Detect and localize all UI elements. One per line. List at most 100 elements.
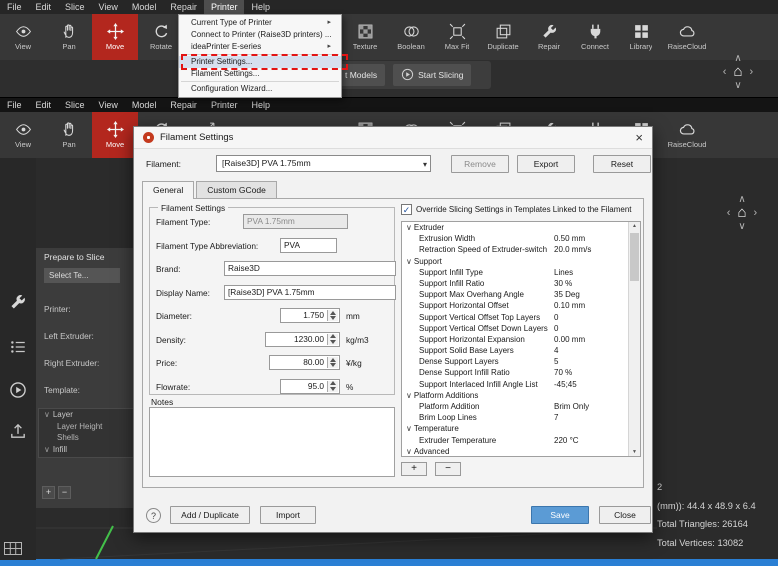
reset-button[interactable]: Reset: [593, 155, 651, 173]
menu-repair[interactable]: Repair: [163, 98, 204, 112]
help-button[interactable]: ?: [146, 508, 161, 523]
toolbar-button-duplicate[interactable]: Duplicate: [480, 14, 526, 60]
chevron-right-icon[interactable]: ›: [750, 64, 754, 80]
spinner-arrows-icon[interactable]: [327, 381, 338, 392]
price-spinner[interactable]: 80.00: [269, 355, 340, 370]
import-button[interactable]: Import: [260, 506, 316, 524]
settings-row-support-solid-base-layers[interactable]: Support Solid Base Layers4: [402, 345, 640, 356]
settings-group-platform-additions[interactable]: ∨Platform Additions: [402, 390, 640, 401]
toolbar-button-raisecloud[interactable]: RaiseCloud: [664, 112, 710, 158]
density-spinner[interactable]: 1230.00: [265, 332, 340, 347]
menu-file[interactable]: File: [0, 0, 29, 14]
home-icon[interactable]: ⌂: [733, 64, 742, 80]
add-setting-button[interactable]: +: [401, 462, 427, 476]
notes-textarea[interactable]: [149, 407, 395, 477]
toolbar-button-texture[interactable]: Texture: [342, 14, 388, 60]
filament-type-input[interactable]: PVA 1.75mm: [243, 214, 348, 229]
scrollbar-thumb[interactable]: [630, 233, 639, 281]
scroll-up-icon[interactable]: ▲: [629, 223, 640, 229]
settings-row-platform-addition[interactable]: Platform AdditionBrim Only: [402, 401, 640, 412]
scrollbar[interactable]: ▲ ▼: [628, 222, 640, 456]
chevron-down-icon[interactable]: ∨: [406, 391, 412, 400]
chevron-left-icon[interactable]: ‹: [723, 64, 727, 80]
grid-icon[interactable]: [4, 542, 22, 555]
toolbar-button-view[interactable]: View: [0, 14, 46, 60]
toolbar-button-pan[interactable]: Pan: [46, 14, 92, 60]
menu-item-printer-settings[interactable]: Printer Settings...: [179, 56, 341, 68]
remove-group-button[interactable]: −: [58, 486, 71, 499]
chevron-down-icon[interactable]: ∨: [406, 447, 412, 456]
toolbar-button-repair[interactable]: Repair: [526, 14, 572, 60]
menu-item-configuration-wizard[interactable]: Configuration Wizard...: [179, 83, 341, 95]
settings-group-extruder[interactable]: ∨Extruder: [402, 222, 640, 233]
toolbar-button-pan[interactable]: Pan: [46, 112, 92, 158]
settings-row-brim-loop-lines[interactable]: Brim Loop Lines7: [402, 412, 640, 423]
settings-row-support-infill-type[interactable]: Support Infill TypeLines: [402, 267, 640, 278]
close-button[interactable]: Close: [599, 506, 651, 524]
tab-custom-gcode[interactable]: Custom GCode: [196, 181, 277, 198]
settings-row-dense-support-infill-ratio[interactable]: Dense Support Infill Ratio70 %: [402, 367, 640, 378]
chevron-down-icon[interactable]: ∨: [44, 445, 50, 454]
settings-row-support-horizontal-expansion[interactable]: Support Horizontal Expansion0.00 mm: [402, 334, 640, 345]
spinner-arrows-icon[interactable]: [327, 310, 338, 321]
dialog-titlebar[interactable]: Filament Settings ×: [134, 127, 652, 149]
settings-row-support-vertical-offset-down-layers[interactable]: Support Vertical Offset Down Layers0: [402, 323, 640, 334]
chevron-down-icon[interactable]: ∨: [406, 223, 412, 232]
menu-item-connect-to-printer-raise3d-printers[interactable]: Connect to Printer (Raise3D printers) ..…: [179, 29, 341, 41]
settings-group-support[interactable]: ∨Support: [402, 256, 640, 267]
close-icon[interactable]: ×: [635, 131, 643, 144]
save-button[interactable]: Save: [531, 506, 589, 524]
taskbar[interactable]: [0, 559, 778, 566]
select-template-tab[interactable]: Select Te...: [44, 268, 120, 283]
menu-edit[interactable]: Edit: [29, 0, 59, 14]
menu-edit[interactable]: Edit: [29, 98, 59, 112]
brand-input[interactable]: Raise3D: [224, 261, 396, 276]
play-icon[interactable]: [9, 381, 27, 399]
toolbar-button-raisecloud[interactable]: RaiseCloud: [664, 14, 710, 60]
chevron-down-icon[interactable]: ∨: [406, 424, 412, 433]
upload-icon[interactable]: [9, 422, 27, 440]
menu-item-current-type-of-printer[interactable]: Current Type of Printer▸: [179, 17, 341, 29]
filament-select[interactable]: [Raise3D] PVA 1.75mm ▾: [216, 155, 431, 172]
override-checkbox-row[interactable]: ✓ Override Slicing Settings in Templates…: [401, 204, 632, 215]
menu-help[interactable]: Help: [244, 0, 277, 14]
wrench-icon[interactable]: [9, 293, 27, 311]
chevron-down-icon[interactable]: ∨: [406, 257, 412, 266]
settings-row-support-max-overhang-angle[interactable]: Support Max Overhang Angle35 Deg: [402, 289, 640, 300]
spinner-arrows-icon[interactable]: [327, 334, 338, 345]
toolbar-button-view[interactable]: View: [0, 112, 46, 158]
chevron-right-icon[interactable]: ›: [754, 205, 758, 221]
tab-general[interactable]: General: [142, 181, 194, 199]
settings-group-temperature[interactable]: ∨Temperature: [402, 423, 640, 434]
menu-file[interactable]: File: [0, 98, 29, 112]
remove-setting-button[interactable]: −: [435, 462, 461, 476]
flowrate-spinner[interactable]: 95.0: [280, 379, 340, 394]
export-button[interactable]: Export: [517, 155, 575, 173]
toolbar-button-library[interactable]: Library: [618, 14, 664, 60]
add-duplicate-button[interactable]: Add / Duplicate: [170, 506, 250, 524]
menu-help[interactable]: Help: [244, 98, 277, 112]
settings-row-support-horizontal-offset[interactable]: Support Horizontal Offset0.10 mm: [402, 300, 640, 311]
toolbar-button-boolean[interactable]: Boolean: [388, 14, 434, 60]
menu-item-filament-settings[interactable]: Filament Settings...: [179, 68, 341, 80]
menu-slice[interactable]: Slice: [58, 98, 92, 112]
checkbox-checked-icon[interactable]: ✓: [401, 204, 412, 215]
remove-button[interactable]: Remove: [451, 155, 509, 173]
toolbar-button-max-fit[interactable]: Max Fit: [434, 14, 480, 60]
list-icon[interactable]: [9, 338, 27, 356]
chevron-down-icon[interactable]: ∨: [44, 410, 50, 419]
menu-slice[interactable]: Slice: [58, 0, 92, 14]
menu-model[interactable]: Model: [125, 98, 164, 112]
toolbar-button-move[interactable]: Move: [92, 112, 138, 158]
chevron-down-icon[interactable]: ∨: [710, 221, 774, 232]
spinner-arrows-icon[interactable]: [327, 357, 338, 368]
chevron-left-icon[interactable]: ‹: [727, 205, 731, 221]
menu-printer[interactable]: Printer: [204, 0, 245, 14]
settings-row-retraction-speed-of-extruder-switch[interactable]: Retraction Speed of Extruder-switch20.0 …: [402, 244, 640, 255]
filament-type-abbreviation-input[interactable]: PVA: [280, 238, 337, 253]
menu-printer[interactable]: Printer: [204, 98, 245, 112]
menu-view[interactable]: View: [92, 98, 125, 112]
add-group-button[interactable]: +: [42, 486, 55, 499]
start-slicing-button[interactable]: Start Slicing: [393, 64, 471, 86]
menu-repair[interactable]: Repair: [163, 0, 204, 14]
